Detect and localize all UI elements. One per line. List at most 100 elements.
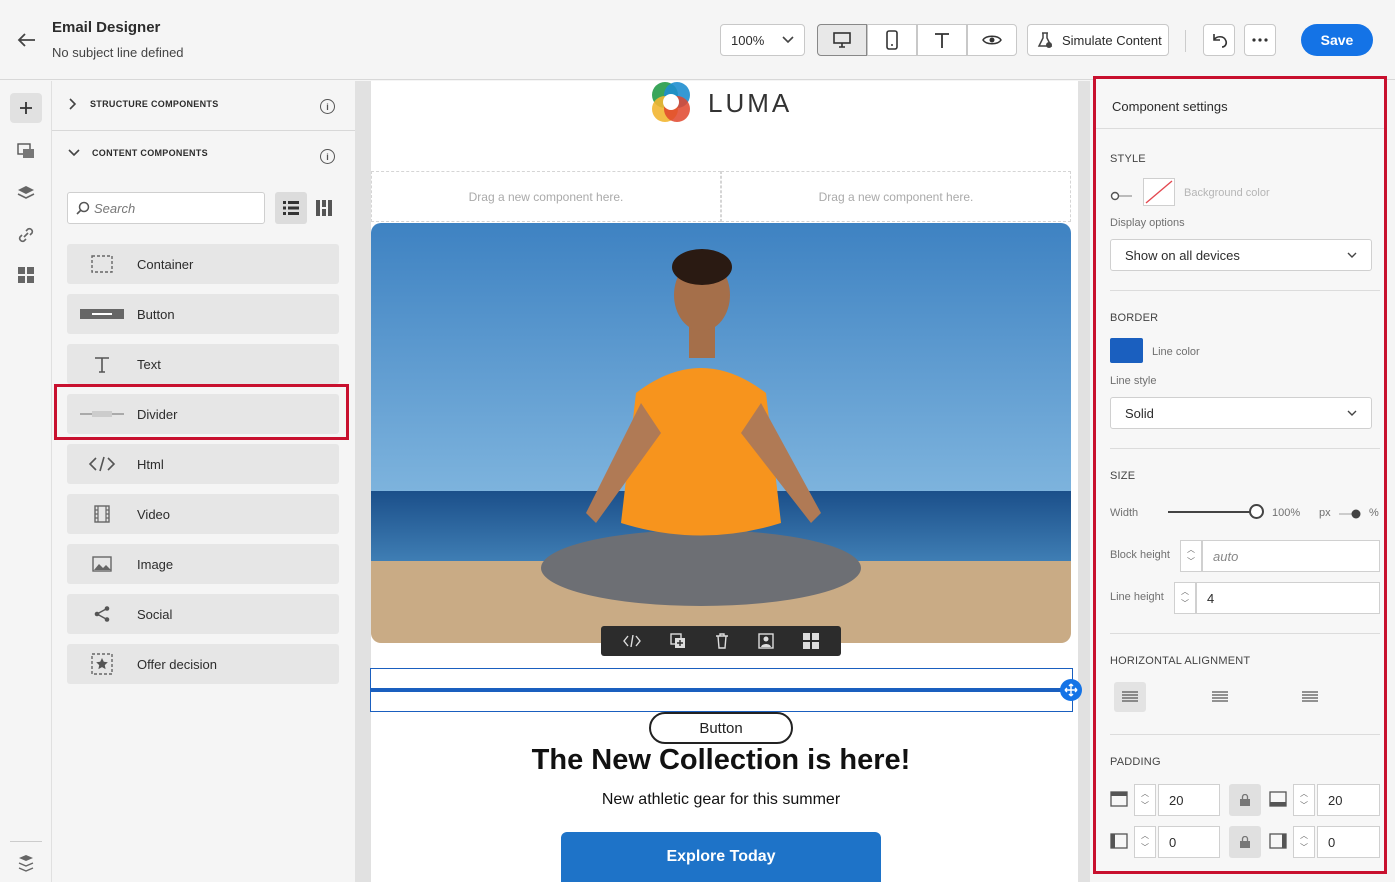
list-icon <box>283 201 299 215</box>
selected-divider-block[interactable] <box>370 668 1073 712</box>
border-section-label: BORDER <box>1110 312 1159 324</box>
grid-view-button[interactable] <box>310 192 338 224</box>
display-options-label: Display options <box>1110 217 1185 229</box>
padding-top-input[interactable]: 20 <box>1158 784 1220 816</box>
unit-toggle[interactable] <box>1337 507 1363 519</box>
component-label: Video <box>137 506 171 522</box>
search-icon <box>76 201 90 215</box>
layout-grid-icon[interactable] <box>802 633 819 649</box>
size-section-label: SIZE <box>1110 470 1136 482</box>
section-divider <box>1110 633 1380 634</box>
section-divider <box>1110 290 1380 291</box>
padding-right-stepper[interactable]: ︿ ﹀ <box>1293 826 1315 858</box>
add-components-button[interactable] <box>10 93 42 123</box>
view-mode-group <box>817 24 1017 56</box>
fragments-icon <box>17 143 34 158</box>
email-headline[interactable]: The New Collection is here! <box>371 744 1071 777</box>
component-text[interactable]: Text <box>67 344 339 384</box>
desktop-view-button[interactable] <box>817 24 867 56</box>
width-label: Width <box>1110 507 1139 519</box>
align-right-button[interactable] <box>1294 682 1326 712</box>
preview-button[interactable] <box>967 24 1017 56</box>
undo-button[interactable] <box>1203 24 1235 56</box>
line-height-stepper[interactable]: ︿ ﹀ <box>1174 582 1196 614</box>
component-video[interactable]: Video <box>67 494 339 534</box>
luma-logo-icon <box>652 82 690 122</box>
save-button[interactable]: Save <box>1301 24 1373 56</box>
info-icon[interactable]: i <box>320 149 335 164</box>
text-view-button[interactable] <box>917 24 967 56</box>
component-container[interactable]: Container <box>67 244 339 284</box>
drop-zone-left[interactable]: Drag a new component here. <box>371 171 721 222</box>
align-left-button[interactable] <box>1114 682 1146 712</box>
trash-icon[interactable] <box>715 633 729 649</box>
background-toggle[interactable] <box>1110 188 1134 201</box>
padding-right-input[interactable]: 0 <box>1317 826 1380 858</box>
explore-cta-button[interactable]: Explore Today <box>561 832 881 882</box>
block-height-input[interactable]: auto <box>1202 540 1380 572</box>
replace-image-icon[interactable] <box>758 633 774 649</box>
component-label: Container <box>137 256 194 272</box>
content-components-header[interactable]: CONTENT COMPONENTS <box>68 148 208 158</box>
lock-icon <box>1240 794 1250 806</box>
code-icon[interactable] <box>623 635 642 647</box>
padding-bottom-input[interactable]: 20 <box>1317 784 1380 816</box>
mobile-view-button[interactable] <box>867 24 917 56</box>
padding-bottom-icon <box>1269 791 1287 812</box>
undo-icon <box>1213 34 1228 48</box>
chevron-right-icon <box>69 98 77 110</box>
assets-button[interactable] <box>14 263 38 287</box>
links-button[interactable] <box>14 223 38 247</box>
fragments-button[interactable] <box>14 139 38 163</box>
more-options-button[interactable] <box>1244 24 1276 56</box>
component-label: Image <box>137 556 174 572</box>
back-arrow-icon[interactable] <box>12 28 40 52</box>
padding-left-stepper[interactable]: ︿ ﹀ <box>1134 826 1156 858</box>
email-subheadline[interactable]: New athletic gear for this summer <box>371 791 1071 809</box>
padding-lock-button[interactable] <box>1229 826 1261 858</box>
mobile-icon <box>886 30 898 50</box>
move-handle[interactable] <box>1060 679 1082 701</box>
component-html[interactable]: Html <box>67 444 339 484</box>
component-image[interactable]: Image <box>67 544 339 584</box>
line-color-swatch[interactable] <box>1110 338 1143 363</box>
search-field[interactable]: Search <box>67 192 265 224</box>
container-icon <box>67 255 137 273</box>
component-label: Text <box>137 356 161 372</box>
width-slider[interactable] <box>1168 504 1264 520</box>
component-label: Social <box>137 606 173 622</box>
line-height-input[interactable]: 4 <box>1196 582 1380 614</box>
ellipsis-icon <box>1252 38 1268 42</box>
toolbar-divider <box>1185 30 1186 52</box>
layers-button[interactable] <box>14 181 38 205</box>
background-color-swatch[interactable] <box>1143 178 1175 206</box>
hero-image[interactable] <box>371 223 1071 643</box>
block-height-stepper[interactable]: ︿ ﹀ <box>1180 540 1202 572</box>
info-icon[interactable]: i <box>320 99 335 114</box>
line-style-select[interactable]: Solid <box>1110 397 1372 429</box>
align-center-button[interactable] <box>1204 682 1236 712</box>
component-social[interactable]: Social <box>67 594 339 634</box>
header-bar: Email Designer No subject line defined 1… <box>0 0 1395 80</box>
padding-bottom-stepper[interactable]: ︿ ﹀ <box>1293 784 1315 816</box>
width-slider-handle[interactable] <box>1249 504 1264 519</box>
component-button[interactable]: Button <box>67 294 339 334</box>
email-small-button[interactable]: Button <box>649 712 793 744</box>
list-view-button[interactable] <box>275 192 307 224</box>
tile-grid-icon <box>316 200 332 216</box>
drop-zone-right[interactable]: Drag a new component here. <box>721 171 1071 222</box>
display-options-select[interactable]: Show on all devices <box>1110 239 1372 271</box>
settings-rail-button[interactable] <box>14 851 38 875</box>
yoga-photo <box>371 223 1071 643</box>
structure-components-header[interactable]: STRUCTURE COMPONENTS <box>68 98 219 110</box>
width-value: 100% <box>1272 507 1301 519</box>
simulate-content-button[interactable]: Simulate Content <box>1027 24 1169 56</box>
zoom-select[interactable]: 100% <box>720 24 805 56</box>
structure-components-label: STRUCTURE COMPONENTS <box>90 99 219 109</box>
duplicate-icon[interactable] <box>670 633 686 649</box>
padding-top-stepper[interactable]: ︿ ﹀ <box>1134 784 1156 816</box>
luma-logo: LUMA <box>648 81 792 125</box>
padding-left-input[interactable]: 0 <box>1158 826 1220 858</box>
padding-lock-button[interactable] <box>1229 784 1261 816</box>
component-offer-decision[interactable]: Offer decision <box>67 644 339 684</box>
